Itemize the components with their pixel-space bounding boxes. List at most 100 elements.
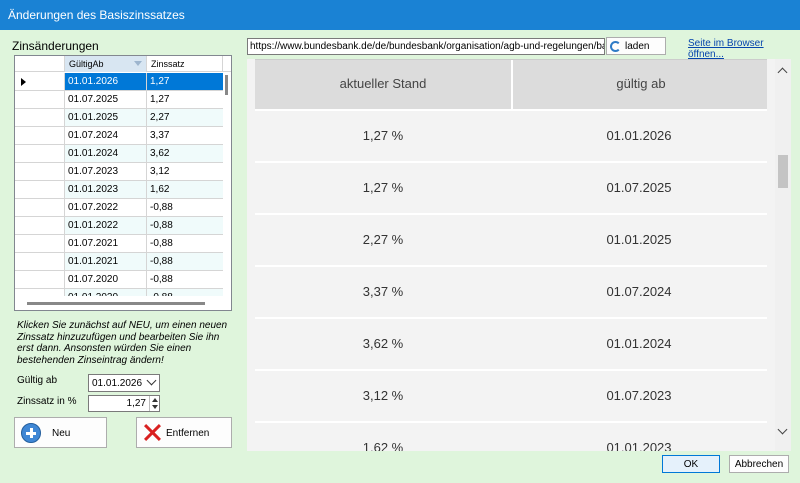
grid-header: GültigAb Zinssatz xyxy=(15,56,231,72)
cell-date[interactable]: 01.01.2026 xyxy=(65,73,147,90)
browser-scroll-thumb[interactable] xyxy=(778,155,788,188)
cell-rate[interactable]: -0,88 xyxy=(147,217,223,234)
row-header[interactable] xyxy=(15,145,65,162)
row-header[interactable] xyxy=(15,127,65,144)
cell-rate[interactable]: -0,88 xyxy=(147,253,223,270)
dialog-body: Zinsänderungen GültigAb Zinssatz 01.01.2… xyxy=(0,30,800,483)
table-row: 3,12 % 01.07.2023 xyxy=(255,371,767,423)
table-row[interactable]: 01.07.2020 -0,88 xyxy=(15,271,223,289)
table-row[interactable]: 01.07.2022 -0,88 xyxy=(15,199,223,217)
embedded-browser[interactable]: aktueller Stand gültig ab 1,27 % 01.01.2… xyxy=(247,59,791,451)
cell-rate[interactable]: 3,12 xyxy=(147,163,223,180)
plus-icon xyxy=(21,423,41,443)
table-row[interactable]: 01.07.2021 -0,88 xyxy=(15,235,223,253)
valid-from-value: 01.01.2026 xyxy=(92,378,143,389)
cell-rate[interactable]: -0,88 xyxy=(147,235,223,252)
row-header[interactable] xyxy=(15,199,65,216)
cell-date[interactable]: 01.07.2020 xyxy=(65,271,147,288)
row-header[interactable] xyxy=(15,163,65,180)
cell-date: 01.07.2025 xyxy=(606,180,672,195)
spinner-up-icon[interactable] xyxy=(152,398,158,402)
table-row[interactable]: 01.01.2023 1,62 xyxy=(15,181,223,199)
table-row: 2,27 % 01.01.2025 xyxy=(255,215,767,267)
rate-label: Zinssatz in % xyxy=(17,396,77,407)
open-in-browser-link[interactable]: Seite im Browser öffnen... xyxy=(688,38,800,60)
cell-rate: 3,37 % xyxy=(362,284,404,299)
cell-date: 01.07.2023 xyxy=(606,388,672,403)
cancel-button[interactable]: Abbrechen xyxy=(729,455,789,473)
ok-button[interactable]: OK xyxy=(662,455,720,473)
cell-rate[interactable]: 1,27 xyxy=(147,73,223,90)
chevron-down-icon[interactable] xyxy=(146,375,157,386)
title-bar: Änderungen des Basiszinssatzes xyxy=(0,0,800,30)
column-header-valid-from[interactable]: GültigAb xyxy=(65,56,147,72)
cell-date[interactable]: 01.01.2023 xyxy=(65,181,147,198)
window-title: Änderungen des Basiszinssatzes xyxy=(8,8,185,22)
cell-date[interactable]: 01.01.2021 xyxy=(65,253,147,270)
row-header[interactable] xyxy=(15,73,65,90)
column-header-rate[interactable]: Zinssatz xyxy=(147,56,223,72)
grid-horizontal-scrollbar[interactable] xyxy=(15,296,231,310)
rate-value: 1,27 xyxy=(126,398,146,409)
cell-rate: 3,62 % xyxy=(362,336,404,351)
table-row[interactable]: 01.07.2023 3,12 xyxy=(15,163,223,181)
table-row: 1,27 % 01.01.2026 xyxy=(255,111,767,163)
cell-date: 01.01.2025 xyxy=(606,232,672,247)
table-row[interactable]: 01.07.2025 1,27 xyxy=(15,91,223,109)
url-field[interactable]: https://www.bundesbank.de/de/bundesbank/… xyxy=(247,38,605,55)
cell-rate[interactable]: -0,88 xyxy=(147,271,223,288)
cell-date[interactable]: 01.01.2022 xyxy=(65,217,147,234)
delete-button[interactable]: Entfernen xyxy=(136,417,232,448)
row-header[interactable] xyxy=(15,181,65,198)
row-header[interactable] xyxy=(15,271,65,288)
table-row[interactable]: 01.01.2021 -0,88 xyxy=(15,253,223,271)
table-row[interactable]: 01.01.2022 -0,88 xyxy=(15,217,223,235)
table-row[interactable]: 01.01.2026 1,27 xyxy=(15,73,223,91)
cell-date: 01.01.2024 xyxy=(606,336,672,351)
usage-hint: Klicken Sie zunächst auf NEU, um einen n… xyxy=(17,320,228,366)
grid-vertical-scroll-thumb[interactable] xyxy=(225,75,228,95)
grid-rows: 01.01.2026 1,27 01.07.2025 1,27 01.01.20… xyxy=(15,73,223,307)
cell-date[interactable]: 01.07.2024 xyxy=(65,127,147,144)
cell-date[interactable]: 01.01.2024 xyxy=(65,145,147,162)
cell-date[interactable]: 01.01.2025 xyxy=(65,109,147,126)
browser-vertical-scrollbar[interactable] xyxy=(775,59,791,451)
grid-vertical-scrollbar[interactable] xyxy=(223,73,231,295)
row-header[interactable] xyxy=(15,217,65,234)
row-header[interactable] xyxy=(15,91,65,108)
table-row[interactable]: 01.01.2025 2,27 xyxy=(15,109,223,127)
cell-rate: 3,12 % xyxy=(362,388,404,403)
rate-grid[interactable]: GültigAb Zinssatz 01.01.2026 1,27 01.07.… xyxy=(14,55,232,311)
cell-rate[interactable]: 3,37 xyxy=(147,127,223,144)
row-header[interactable] xyxy=(15,253,65,270)
cell-rate[interactable]: 3,62 xyxy=(147,145,223,162)
scroll-down-icon[interactable] xyxy=(777,424,788,435)
delete-button-label: Entfernen xyxy=(166,428,210,439)
table-row[interactable]: 01.07.2024 3,37 xyxy=(15,127,223,145)
valid-from-datepicker[interactable]: 01.01.2026 xyxy=(88,374,160,392)
cell-date[interactable]: 01.07.2021 xyxy=(65,235,147,252)
valid-from-label: Gültig ab xyxy=(17,375,58,386)
rate-spinner[interactable]: 1,27 xyxy=(88,395,160,412)
table-row[interactable]: 01.01.2024 3,62 xyxy=(15,145,223,163)
new-button[interactable]: Neu xyxy=(14,417,107,448)
cell-date[interactable]: 01.07.2025 xyxy=(65,91,147,108)
cell-rate[interactable]: 2,27 xyxy=(147,109,223,126)
cell-rate[interactable]: -0,88 xyxy=(147,199,223,216)
cell-rate[interactable]: 1,62 xyxy=(147,181,223,198)
row-header[interactable] xyxy=(15,235,65,252)
base-rate-table-header: aktueller Stand gültig ab xyxy=(255,59,767,110)
grid-horizontal-scroll-thumb[interactable] xyxy=(27,302,205,305)
scroll-up-icon[interactable] xyxy=(777,67,788,78)
cell-rate[interactable]: 1,27 xyxy=(147,91,223,108)
load-button[interactable]: laden xyxy=(606,37,666,55)
cell-date[interactable]: 01.07.2022 xyxy=(65,199,147,216)
current-row-icon xyxy=(21,78,26,86)
table-row: 3,37 % 01.07.2024 xyxy=(255,267,767,319)
header-current-rate: aktueller Stand xyxy=(339,76,427,91)
spinner-down-icon[interactable] xyxy=(152,405,158,409)
cell-date[interactable]: 01.07.2023 xyxy=(65,163,147,180)
table-row: 1,62 % 01.01.2023 xyxy=(255,423,767,451)
row-header[interactable] xyxy=(15,109,65,126)
cell-date: 01.01.2023 xyxy=(606,440,672,451)
